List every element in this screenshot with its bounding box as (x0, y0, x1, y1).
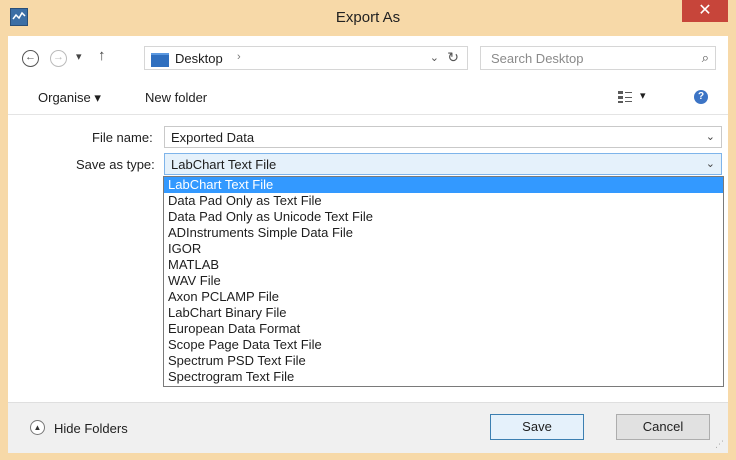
navigation-bar: ← → ▾ ↑ Desktop › ⌄ ↻ Search Desktop ⌕ (8, 36, 728, 80)
back-button[interactable]: ← (22, 50, 39, 67)
address-chevron-icon[interactable]: › (237, 51, 241, 63)
file-name-field[interactable]: Exported Data ⌄ (164, 126, 722, 148)
view-options-icon[interactable] (618, 90, 632, 104)
command-toolbar: Organise ▾ New folder ▾ ? (8, 80, 728, 115)
file-type-option[interactable]: Data Pad Only as Unicode Text File (164, 209, 723, 225)
window-title: Export As (335, 9, 401, 26)
dialog-client-area: ← → ▾ ↑ Desktop › ⌄ ↻ Search Desktop ⌕ O… (8, 36, 728, 453)
file-type-option[interactable]: MATLAB (164, 257, 723, 273)
save-form: File name: Exported Data ⌄ Save as type:… (8, 115, 728, 402)
title-bar[interactable]: Export As ✕ (0, 0, 736, 36)
file-type-option[interactable]: ADInstruments Simple Data File (164, 225, 723, 241)
view-dropdown-icon[interactable]: ▾ (640, 89, 646, 102)
file-type-option[interactable]: Spectrum PSD Text File (164, 353, 723, 369)
file-name-value: Exported Data (171, 130, 255, 145)
forward-arrow-icon: → (53, 51, 64, 63)
save-as-type-label: Save as type: (76, 157, 155, 172)
refresh-icon[interactable]: ↻ (447, 49, 459, 66)
new-folder-button[interactable]: New folder (145, 90, 207, 105)
export-as-dialog: Export As ✕ ← → ▾ ↑ Desktop › ⌄ ↻ Search… (0, 0, 736, 460)
help-icon[interactable]: ? (694, 90, 708, 104)
file-type-option[interactable]: Spectrogram Text File (164, 369, 723, 385)
recent-locations-dropdown[interactable]: ▾ (76, 50, 82, 63)
file-type-option[interactable]: LabChart Text File (164, 177, 723, 193)
file-name-label: File name: (92, 130, 153, 145)
file-type-option[interactable]: European Data Format (164, 321, 723, 337)
search-placeholder: Search Desktop (491, 51, 584, 66)
save-as-type-value: LabChart Text File (171, 157, 277, 172)
address-bar[interactable]: Desktop › ⌄ ↻ (144, 46, 468, 70)
forward-button[interactable]: → (50, 50, 67, 67)
chevron-down-icon[interactable]: ⌄ (706, 130, 715, 143)
file-type-option[interactable]: Scope Page Data Text File (164, 337, 723, 353)
save-as-type-select[interactable]: LabChart Text File ⌄ (164, 153, 722, 175)
search-input[interactable]: Search Desktop ⌕ (480, 46, 716, 70)
chevron-down-icon[interactable]: ⌄ (706, 157, 715, 170)
resize-grip-icon[interactable]: ⋰ (715, 439, 724, 450)
chevron-up-icon[interactable]: ▲ (30, 420, 45, 435)
file-type-option[interactable]: Axon PCLAMP File (164, 289, 723, 305)
back-arrow-icon: ← (25, 51, 36, 63)
file-type-dropdown-list: LabChart Text File Data Pad Only as Text… (163, 176, 724, 387)
file-type-option[interactable]: WAV File (164, 273, 723, 289)
hide-folders-button[interactable]: Hide Folders (54, 421, 128, 436)
cancel-button[interactable]: Cancel (616, 414, 710, 440)
file-type-option[interactable]: IGOR (164, 241, 723, 257)
folder-icon (151, 53, 169, 67)
address-dropdown-icon[interactable]: ⌄ (430, 51, 439, 64)
organise-menu[interactable]: Organise ▾ (38, 90, 101, 106)
file-type-option[interactable]: Data Pad Only as Text File (164, 193, 723, 209)
file-type-option[interactable]: LabChart Binary File (164, 305, 723, 321)
close-icon: ✕ (698, 2, 712, 19)
dialog-footer: ▲ Hide Folders Save Cancel ⋰ (8, 402, 728, 453)
close-button[interactable]: ✕ (682, 0, 728, 22)
up-arrow-icon[interactable]: ↑ (98, 47, 106, 64)
search-icon[interactable]: ⌕ (702, 50, 709, 66)
address-location[interactable]: Desktop (175, 51, 223, 66)
save-button[interactable]: Save (490, 414, 584, 440)
